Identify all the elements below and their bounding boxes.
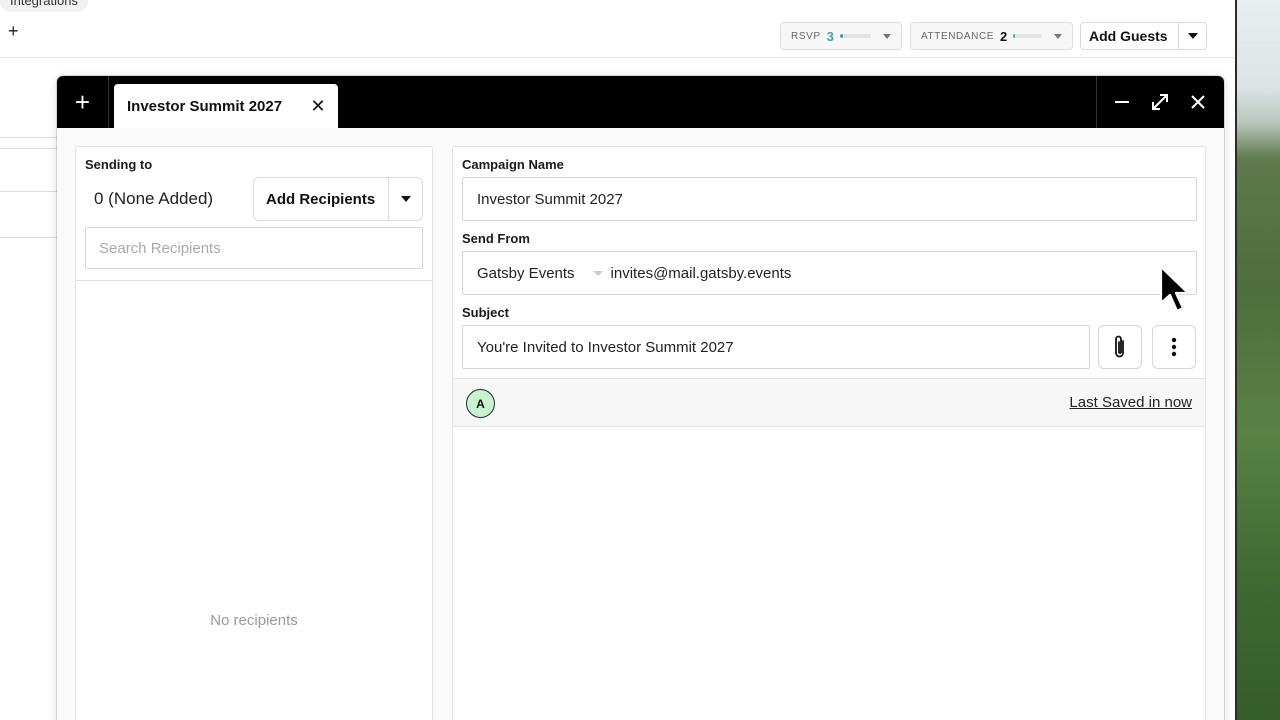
attendance-value: 2	[1000, 28, 1008, 44]
rsvp-stat[interactable]: RSVP 3	[780, 22, 902, 50]
chevron-down-icon	[400, 196, 411, 202]
paperclip-icon	[1115, 335, 1124, 358]
panel-divider	[76, 280, 432, 281]
recipients-panel: Sending to 0 (None Added) Add Recipients…	[75, 146, 433, 720]
rsvp-progress-bar	[839, 34, 871, 38]
subject-value: You're Invited to Investor Summit 2027	[477, 338, 734, 356]
new-tab-button[interactable]: +	[57, 76, 109, 128]
attendance-progress-fill	[1013, 34, 1015, 38]
add-guests-dropdown[interactable]	[1178, 23, 1206, 49]
rsvp-value: 3	[826, 28, 834, 44]
recipient-count: 0 (None Added)	[94, 189, 214, 208]
close-tab-icon[interactable]: ✕	[298, 96, 338, 117]
expand-icon[interactable]	[1142, 76, 1178, 128]
add-guests-label: Add Guests	[1089, 28, 1168, 44]
send-from-label: Send From	[462, 231, 530, 246]
modal-title-bar: + Investor Summit 2027 ✕	[57, 76, 1224, 128]
header-divider	[0, 57, 1235, 58]
send-from-name: Gatsby Events	[477, 264, 575, 282]
rsvp-label: RSVP	[791, 30, 821, 42]
tab-title: Investor Summit 2027	[127, 97, 283, 115]
send-from-email: invites@mail.gatsby.events	[610, 264, 792, 282]
add-recipients-button[interactable]: Add Recipients	[253, 177, 423, 221]
chevron-down-icon[interactable]	[883, 33, 891, 39]
chevron-down-icon[interactable]	[592, 270, 603, 276]
attendance-progress-bar	[1013, 34, 1042, 38]
close-icon[interactable]	[1180, 76, 1216, 128]
attendance-stat[interactable]: ATTENDANCE 2	[910, 22, 1073, 50]
attachment-button[interactable]	[1098, 325, 1142, 369]
campaign-editor-panel: Campaign Name Investor Summit 2027 Send …	[452, 146, 1206, 720]
more-options-button[interactable]	[1152, 325, 1196, 369]
more-vertical-icon	[1171, 337, 1177, 357]
search-recipients-input[interactable]	[85, 227, 423, 269]
chevron-down-icon	[1187, 33, 1198, 39]
avatar[interactable]: A	[466, 389, 495, 418]
campaign-name-label: Campaign Name	[462, 157, 564, 172]
subject-label: Subject	[462, 305, 509, 320]
row-divider	[0, 237, 57, 238]
chevron-down-icon[interactable]	[1054, 33, 1062, 39]
sending-to-label: Sending to	[85, 157, 153, 172]
integrations-tab[interactable]: Integrations	[0, 0, 88, 12]
desktop-background	[1235, 0, 1280, 720]
mouse-cursor-icon	[1159, 265, 1190, 313]
empty-state-text: No recipients	[210, 612, 298, 629]
campaign-modal: + Investor Summit 2027 ✕ Sending to 0 (N…	[57, 76, 1224, 720]
add-recipients-label: Add Recipients	[266, 190, 376, 208]
add-guests-button[interactable]: Add Guests	[1080, 22, 1207, 50]
add-recipients-dropdown[interactable]	[388, 178, 422, 220]
campaign-name-input[interactable]: Investor Summit 2027	[462, 177, 1197, 221]
last-saved-link[interactable]: Last Saved in now	[1069, 394, 1192, 411]
row-divider	[0, 148, 57, 149]
row-divider	[0, 191, 57, 192]
rsvp-progress-fill	[839, 34, 843, 38]
subject-input[interactable]: You're Invited to Investor Summit 2027	[462, 325, 1090, 369]
row-divider	[0, 137, 57, 138]
editor-status-bar: A Last Saved in now	[453, 378, 1205, 427]
send-from-select[interactable]: Gatsby Events invites@mail.gatsby.events	[462, 251, 1197, 295]
attendance-label: ATTENDANCE	[921, 30, 995, 42]
campaign-name-value: Investor Summit 2027	[477, 190, 623, 208]
tab-investor-summit[interactable]: Investor Summit 2027 ✕	[114, 84, 338, 128]
bar-divider	[1096, 76, 1097, 128]
add-icon[interactable]: +	[8, 22, 19, 40]
minimize-icon[interactable]	[1104, 76, 1140, 128]
